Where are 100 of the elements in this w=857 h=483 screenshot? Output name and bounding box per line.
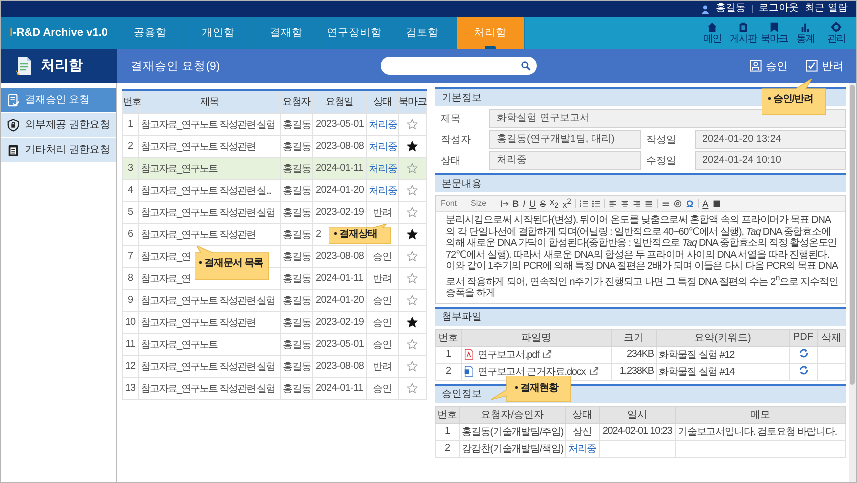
horizontal-rule-icon[interactable] — [662, 200, 670, 208]
filled-star-icon[interactable] — [407, 317, 418, 328]
shortcut-label[interactable]: 관리 — [828, 34, 846, 44]
format-button[interactable]: x$^{2}$ — [562, 197, 572, 210]
recent-link[interactable]: 최근 열람 — [805, 3, 848, 15]
align-left-icon[interactable] — [609, 200, 618, 208]
external-link-icon[interactable] — [590, 367, 599, 376]
check-square-icon[interactable] — [806, 60, 818, 72]
section-title: 승인정보 — [442, 388, 482, 402]
table-cell: 13 — [122, 378, 138, 400]
table-cell: 홍길동 — [280, 158, 312, 180]
field-label: 제목 — [441, 112, 462, 126]
format-button[interactable]: B — [512, 198, 520, 208]
format-button[interactable]: S — [540, 198, 546, 208]
refresh-icon[interactable] — [798, 348, 808, 359]
nav-tab[interactable]: 검토함 — [389, 17, 457, 49]
shortcut-label[interactable]: 북마크 — [761, 34, 788, 44]
table-cell: 9 — [122, 290, 138, 312]
field-label: 작성자 — [441, 134, 472, 146]
nav-tab[interactable]: 결재함 — [253, 17, 321, 49]
search-icon[interactable] — [521, 61, 531, 71]
filled-star-icon[interactable] — [407, 229, 418, 240]
indent-icon[interactable] — [500, 200, 509, 208]
numbered-list-icon[interactable] — [580, 200, 588, 208]
column-header: 요청자/승인자 — [460, 406, 566, 424]
logout-link[interactable]: 로그아웃 — [759, 3, 800, 15]
refresh-icon[interactable] — [798, 364, 808, 376]
sidebar-item[interactable]: 기타처리 권한요청 — [1, 138, 116, 163]
table-cell[interactable]: 참고자료_연구노트 작성관련 실험 — [138, 290, 280, 312]
star-icon[interactable] — [407, 383, 418, 394]
star-icon[interactable] — [407, 361, 418, 372]
shield-lock-icon[interactable] — [7, 118, 20, 132]
table-cell[interactable]: 참고자료_연구노트 작성관련 실험 — [138, 202, 280, 224]
table-cell[interactable]: 참고자료_연구노트 작성관련 — [138, 224, 280, 246]
table-cell: 승인 — [366, 312, 398, 334]
reject-button[interactable]: 반려 — [804, 56, 846, 76]
sidebar-item[interactable]: 외부제공 권한요청 — [1, 113, 116, 138]
format-button[interactable]: x$_{2}$ — [550, 196, 559, 210]
stamp-icon[interactable] — [750, 60, 762, 72]
nav-tab[interactable]: 연구장비함 — [321, 17, 389, 49]
star-icon[interactable] — [407, 163, 418, 174]
table-cell: 홍길동 — [280, 246, 312, 268]
star-icon[interactable] — [407, 295, 418, 306]
table-cell: 12 — [122, 356, 138, 378]
format-button[interactable]: U — [530, 198, 536, 208]
bookmark-icon[interactable] — [769, 22, 780, 32]
star-icon[interactable] — [407, 339, 418, 350]
table-cell: 반려 — [366, 268, 398, 290]
logo: I-R&D Archive v1.0 — [10, 27, 108, 39]
nav-tab[interactable]: 개인함 — [185, 17, 253, 49]
font-dropdown[interactable]: Font — [441, 199, 458, 208]
justify-icon[interactable] — [645, 200, 654, 208]
editor-text[interactable]: 분리시킴으로써 시작된다(변성). 뒤이어 온도를 낮춤으로써 혼합액 속의 프라이머가 목표 DNA의 각 단일나선에 결합하게 되며(어닐링 : 일반적으로 40~60℃에서 실행), Taq DNA 중합효소에 의해 새로운 DNA 가닥이 합성된다(중합반응 : 일반적으로 Taq DNA 중합효소의 적정 활성온도인 72℃에서 실행). 따라서 새로운 DNA의 합성은 두 프라이머 사이의 DNA 서열을 따라 진행된다. 이와 같이 1주기의 PCR에 의해 특정 DNA 절편은 2배가 되며 이들은 다시 다음 PCR의 목표 DNA로서 작용하게 되어, 연속적인 n주기가 진행되고 나면 그 특정 DNA 절편의 수는 2$^{n}$으로 지수적인 증폭을 하게 — [436, 212, 845, 303]
smiley-icon[interactable] — [674, 200, 682, 208]
star-icon[interactable] — [407, 251, 418, 262]
star-icon[interactable] — [407, 273, 418, 284]
table-cell: 8 — [122, 268, 138, 290]
column-header: 파일명 — [462, 329, 612, 346]
table-cell: 1,238KB — [612, 363, 656, 380]
external-link-icon[interactable] — [543, 350, 552, 360]
table-cell: 2023-05-01 — [312, 334, 366, 356]
column-header: 크기 — [612, 329, 656, 346]
star-icon[interactable] — [407, 207, 418, 218]
table-cell: 11 — [122, 334, 138, 356]
filled-star-icon[interactable] — [407, 141, 418, 152]
column-header: 요청일 — [312, 90, 366, 114]
align-center-icon[interactable] — [621, 200, 630, 208]
table-cell: 승인 — [366, 246, 398, 268]
bar-chart-icon[interactable] — [800, 22, 811, 32]
table-cell[interactable]: 참고자료_연구노트 작성관련 실험 — [138, 378, 280, 400]
table-cell[interactable]: 참고자료_연구노트 작성관련 실험 — [138, 114, 280, 136]
column-header: 메모 — [676, 406, 846, 424]
table-cell[interactable]: 참고자료_연구노트 작성관련 실험 — [138, 356, 280, 378]
home-icon[interactable] — [707, 22, 718, 32]
align-right-icon[interactable] — [633, 200, 642, 208]
table-cell[interactable]: 참고자료_연구노트 작성관련 — [138, 312, 280, 334]
shortcut-label[interactable]: 통계 — [796, 34, 814, 44]
table-cell[interactable]: 참고자료_연구노트 작성관련 실... — [138, 180, 280, 202]
clipboard-icon[interactable] — [738, 22, 749, 32]
table-cell: 상신 — [566, 423, 600, 440]
symbol-button[interactable]: Ω — [686, 198, 694, 208]
table-cell[interactable]: 참고자료_연구노트 — [138, 334, 280, 356]
table-cell: 기술보고서입니다. 검토요청 바랍니다. — [676, 423, 846, 440]
table-cell: 2023-02-19 — [312, 312, 366, 334]
checklist-icon[interactable] — [7, 94, 20, 106]
settings-icon[interactable] — [831, 22, 842, 32]
bullet-list-icon[interactable] — [592, 200, 600, 208]
format-button[interactable]: I — [523, 198, 526, 208]
text-color-button[interactable]: A — [702, 198, 709, 208]
shortcut-label[interactable]: 메인 — [704, 34, 722, 44]
search-field[interactable] — [381, 57, 537, 75]
table-cell[interactable]: 참고자료_연구노트 — [138, 158, 280, 180]
shortcut-label[interactable]: 게시판 — [730, 34, 757, 44]
star-icon[interactable] — [407, 185, 418, 196]
size-dropdown[interactable]: Size — [471, 199, 487, 208]
nav-tab[interactable]: 공용함 — [117, 17, 185, 49]
approve-button[interactable]: 승인 — [748, 56, 790, 76]
star-icon[interactable] — [407, 119, 418, 130]
clipboard-icon[interactable] — [7, 144, 20, 156]
background-color-icon[interactable] — [712, 200, 721, 208]
